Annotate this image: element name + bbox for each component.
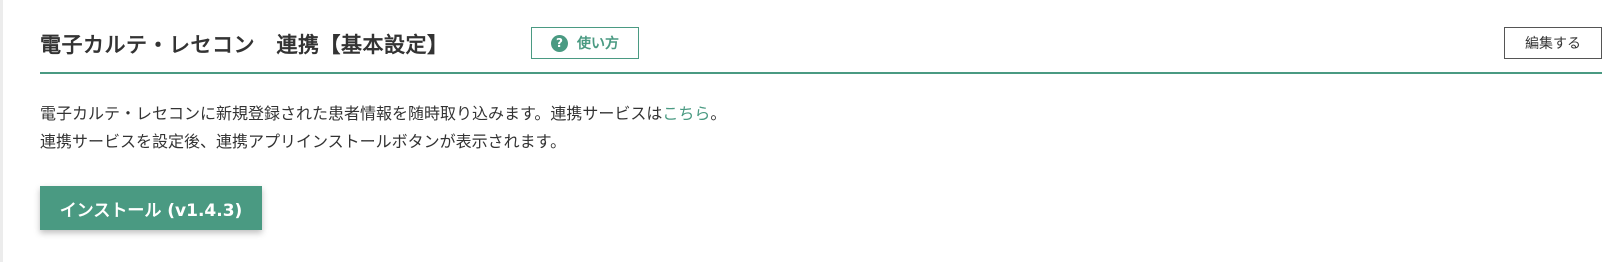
edit-button[interactable]: 編集する xyxy=(1504,27,1602,59)
section-title: 電子カルテ・レセコン 連携【基本設定】 xyxy=(40,33,449,57)
install-button[interactable]: インストール (v1.4.3) xyxy=(40,186,262,230)
help-button[interactable]: ? 使い方 xyxy=(531,27,639,59)
description-line-1: 電子カルテ・レセコンに新規登録された患者情報を随時取り込みます。連携サービスはこ… xyxy=(40,100,726,128)
integration-settings-panel: 電子カルテ・レセコン 連携【基本設定】 ? 使い方 編集する 電子カルテ・レセコ… xyxy=(0,0,1624,262)
section-header: 電子カルテ・レセコン 連携【基本設定】 ? 使い方 編集する xyxy=(40,26,1602,74)
description-line-2: 連携サービスを設定後、連携アプリインストールボタンが表示されます。 xyxy=(40,132,567,151)
panel-left-edge xyxy=(0,0,3,262)
help-button-label: 使い方 xyxy=(577,36,619,52)
description-line-1-text: 電子カルテ・レセコンに新規登録された患者情報を随時取り込みます。連携サービスは xyxy=(40,104,663,123)
description-line-1-suffix: 。 xyxy=(710,104,727,123)
question-circle-icon: ? xyxy=(551,34,568,52)
service-link[interactable]: こちら xyxy=(662,104,710,123)
description: 電子カルテ・レセコンに新規登録された患者情報を随時取り込みます。連携サービスはこ… xyxy=(40,100,726,156)
